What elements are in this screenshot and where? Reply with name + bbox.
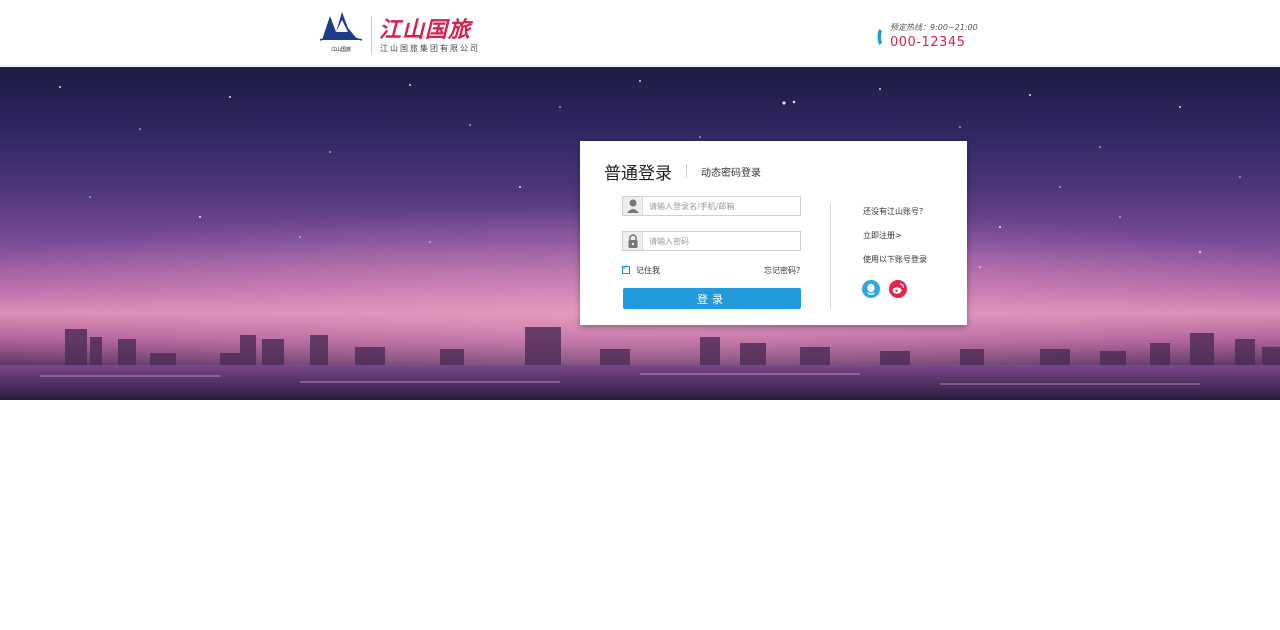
- qq-login-button[interactable]: [862, 280, 880, 298]
- site-header: 江山国旅 江山国旅 江山国旅集团有限公司 预定热线：9:00~21:00 000…: [0, 0, 1280, 66]
- tab-dynamic-password-login[interactable]: 动态密码登录: [701, 164, 761, 179]
- username-input[interactable]: [649, 197, 797, 215]
- brand-logo[interactable]: 江山国旅 江山国旅 江山国旅集团有限公司: [318, 10, 488, 58]
- register-link[interactable]: 立即注册>: [863, 230, 902, 241]
- logo-mark-text: 江山国旅: [331, 46, 351, 53]
- login-card: 普通登录 动态密码登录 记住我: [580, 141, 967, 325]
- password-input[interactable]: [649, 232, 797, 250]
- other-login-text: 使用以下账号登录: [863, 255, 927, 264]
- hotline-label: 预定热线：9:00~21:00: [890, 23, 978, 32]
- phone-icon: [877, 29, 882, 45]
- lock-icon: [623, 232, 643, 250]
- qq-icon: [867, 283, 875, 295]
- tab-normal-login[interactable]: 普通登录: [604, 159, 672, 184]
- hotline-number: 000-12345: [890, 35, 966, 50]
- no-account-text: 还没有江山账号？: [863, 207, 927, 216]
- user-icon: [623, 197, 643, 215]
- weibo-login-button[interactable]: [889, 280, 907, 298]
- hotline: 预定热线：9:00~21:00 000-12345: [876, 20, 986, 54]
- username-field[interactable]: [622, 196, 801, 216]
- tab-divider: [686, 164, 687, 178]
- brand-subtitle: 江山国旅集团有限公司: [380, 44, 480, 53]
- card-divider: [830, 203, 831, 308]
- remember-checkbox[interactable]: [622, 263, 630, 274]
- login-button[interactable]: 登录: [623, 288, 801, 309]
- hero-banner: 普通登录 动态密码登录 记住我: [0, 67, 1280, 400]
- weibo-icon: [892, 283, 905, 294]
- password-field[interactable]: [622, 231, 801, 251]
- forgot-password-link[interactable]: 忘记密码？: [764, 265, 804, 276]
- brand-name: 江山国旅: [379, 17, 472, 43]
- remember-label: 记住我: [636, 266, 660, 275]
- logo-mountain-icon: 江山国旅: [319, 12, 363, 53]
- logo-divider: [371, 16, 372, 54]
